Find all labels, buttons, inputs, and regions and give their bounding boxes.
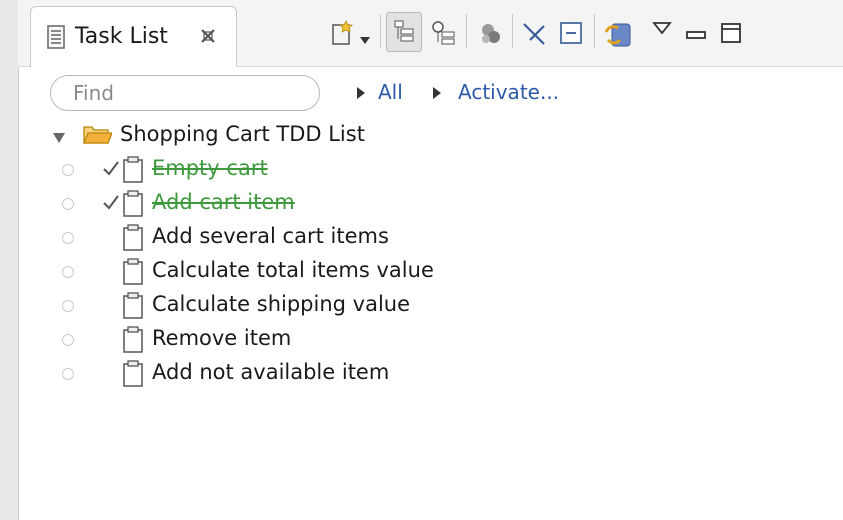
- task-clipboard-icon: [122, 156, 144, 188]
- task-row[interactable]: Add cart item: [0, 188, 600, 220]
- task-row[interactable]: Calculate total items value: [0, 256, 600, 288]
- task-clipboard-icon: [122, 190, 144, 222]
- task-label: Calculate total items value: [152, 258, 434, 282]
- category-row[interactable]: Shopping Cart TDD List: [0, 120, 600, 152]
- triangle-right-icon: [433, 87, 441, 99]
- view-menu-icon[interactable]: [652, 20, 672, 39]
- task-row[interactable]: Remove item: [0, 324, 600, 356]
- expand-triangle-icon[interactable]: [52, 129, 66, 148]
- dropdown-arrow-icon[interactable]: [360, 30, 370, 49]
- triangle-right-icon: [357, 87, 365, 99]
- focus-icon[interactable]: [476, 20, 504, 52]
- task-clipboard-icon: [122, 326, 144, 358]
- task-row[interactable]: Add not available item: [0, 358, 600, 390]
- task-radio[interactable]: [62, 198, 74, 210]
- task-radio[interactable]: [62, 266, 74, 278]
- minimize-icon[interactable]: [558, 20, 584, 50]
- task-clipboard-icon: [122, 258, 144, 290]
- toolbar-separator: [466, 14, 467, 48]
- task-label: Add several cart items: [152, 224, 389, 248]
- toolbar-separator: [512, 14, 513, 48]
- toolbar-separator: [594, 14, 595, 48]
- all-link[interactable]: All: [378, 80, 403, 104]
- minimize-view-icon[interactable]: [686, 26, 706, 45]
- view-tab-bar: Task List: [18, 0, 843, 67]
- task-list-tab[interactable]: Task List: [30, 6, 237, 67]
- task-list-icon: [47, 25, 65, 53]
- checkmark-icon: [102, 192, 120, 216]
- task-row[interactable]: Empty cart: [0, 154, 600, 186]
- task-radio[interactable]: [62, 368, 74, 380]
- task-row[interactable]: Add several cart items: [0, 222, 600, 254]
- new-task-icon[interactable]: [330, 20, 354, 50]
- task-label: Add not available item: [152, 360, 390, 384]
- close-icon[interactable]: [199, 27, 217, 49]
- scheduled-view-icon[interactable]: [430, 20, 458, 52]
- task-clipboard-icon: [122, 360, 144, 392]
- tab-title: Task List: [75, 24, 168, 49]
- folder-icon: [82, 123, 113, 151]
- task-label: Remove item: [152, 326, 292, 350]
- task-label: Calculate shipping value: [152, 292, 411, 316]
- sync-icon[interactable]: [604, 20, 634, 54]
- find-input[interactable]: [50, 75, 320, 111]
- checkmark-icon: [102, 158, 120, 182]
- task-radio[interactable]: [62, 164, 74, 176]
- activate-link[interactable]: Activate...: [458, 80, 559, 104]
- categorized-view-icon[interactable]: [386, 12, 422, 52]
- maximize-view-icon[interactable]: [720, 22, 742, 48]
- category-label: Shopping Cart TDD List: [120, 122, 365, 146]
- task-clipboard-icon: [122, 292, 144, 324]
- task-label: Empty cart: [152, 156, 268, 180]
- task-radio[interactable]: [62, 300, 74, 312]
- task-radio[interactable]: [62, 334, 74, 346]
- toolbar-separator: [380, 14, 381, 48]
- collapse-all-icon[interactable]: [520, 20, 548, 52]
- task-clipboard-icon: [122, 224, 144, 256]
- task-radio[interactable]: [62, 232, 74, 244]
- task-row[interactable]: Calculate shipping value: [0, 290, 600, 322]
- task-label: Add cart item: [152, 190, 295, 214]
